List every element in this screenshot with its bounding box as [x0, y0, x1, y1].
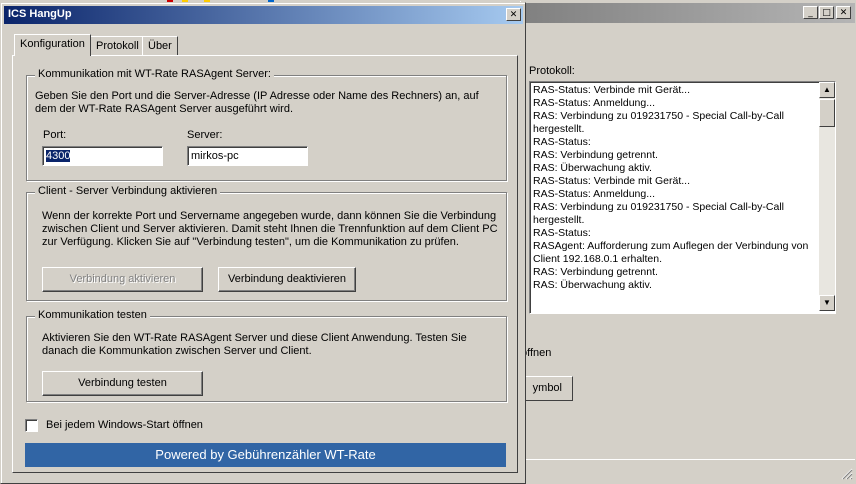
dialog-titlebar[interactable]: ICS HangUp ✕: [4, 6, 523, 24]
connection-group-legend: Client - Server Verbindung aktivieren: [35, 185, 221, 197]
autostart-label: Bei jedem Windows-Start öffnen: [46, 419, 203, 431]
test-connection-button[interactable]: Verbindung testen: [42, 371, 203, 396]
tab-konfiguration[interactable]: Konfiguration: [14, 34, 91, 56]
tab-protokoll[interactable]: Protokoll: [90, 36, 145, 56]
activate-connection-button[interactable]: Verbindung aktivieren: [42, 267, 203, 292]
powered-by-banner[interactable]: Powered by Gebührenzähler WT-Rate: [25, 443, 506, 467]
connection-group: Client - Server Verbindung aktivieren We…: [26, 185, 507, 301]
konfiguration-panel: Kommunikation mit WT-Rate RASAgent Serve…: [12, 55, 518, 473]
dialog-close-button[interactable]: ✕: [506, 8, 521, 21]
log-line: RASAgent: Aufforderung zum Auflegen der …: [533, 240, 809, 265]
maximize-button[interactable]: □: [819, 6, 834, 19]
log-line: RAS-Status:: [533, 227, 591, 239]
scroll-up-icon[interactable]: ▲: [819, 82, 835, 98]
background-window[interactable]: _ □ ✕ Protokoll: RAS-Status: Verbinde mi…: [511, 1, 856, 484]
log-line: RAS: Verbindung zu 019231750 - Special C…: [533, 110, 784, 135]
deactivate-connection-button[interactable]: Verbindung deaktivieren: [218, 267, 356, 292]
log-line: RAS: Verbindung getrennt.: [533, 149, 658, 161]
server-input[interactable]: mirkos-pc: [187, 146, 308, 166]
status-bar: [521, 459, 855, 482]
log-line: RAS-Status: Anmeldung...: [533, 97, 655, 109]
test-group-description: Aktivieren Sie den WT-Rate RASAgent Serv…: [42, 332, 467, 357]
port-value: 4300: [46, 150, 71, 162]
log-lines: RAS-Status: Verbinde mit Gerät... RAS-St…: [533, 84, 816, 292]
close-button[interactable]: ✕: [836, 6, 851, 19]
log-line: RAS: Überwachung aktiv.: [533, 279, 652, 291]
scroll-thumb[interactable]: [819, 99, 835, 127]
server-group-description: Geben Sie den Port und die Server-Adress…: [35, 90, 479, 115]
log-line: RAS-Status: Verbinde mit Gerät...: [533, 175, 690, 187]
resize-grip-icon[interactable]: [841, 468, 853, 480]
log-line: RAS: Verbindung getrennt.: [533, 266, 658, 278]
protocol-label: Protokoll:: [529, 65, 575, 77]
log-line: RAS-Status:: [533, 136, 591, 148]
log-line: RAS: Überwachung aktiv.: [533, 162, 652, 174]
log-scrollbar[interactable]: ▲ ▼: [819, 82, 835, 311]
test-group: Kommunikation testen Aktivieren Sie den …: [26, 309, 507, 402]
log-line: RAS: Verbindung zu 019231750 - Special C…: [533, 201, 784, 226]
test-group-legend: Kommunikation testen: [35, 309, 150, 321]
minimize-button[interactable]: _: [803, 6, 818, 19]
scroll-down-icon[interactable]: ▼: [819, 295, 835, 311]
ics-hangup-dialog[interactable]: ICS HangUp ✕ Konfiguration Protokoll Übe…: [0, 2, 526, 484]
autostart-checkbox[interactable]: [25, 419, 38, 432]
server-group-legend: Kommunikation mit WT-Rate RASAgent Serve…: [35, 68, 274, 80]
dialog-title: ICS HangUp: [8, 8, 72, 20]
tab-ueber[interactable]: Über: [142, 36, 178, 56]
server-group: Kommunikation mit WT-Rate RASAgent Serve…: [26, 68, 507, 181]
log-line: RAS-Status: Verbinde mit Gerät...: [533, 84, 690, 96]
server-label: Server:: [187, 129, 223, 141]
port-input[interactable]: 4300: [42, 146, 163, 166]
log-line: RAS-Status: Anmeldung...: [533, 188, 655, 200]
connection-group-description: Wenn der korrekte Port und Servername an…: [42, 210, 498, 248]
background-window-titlebar[interactable]: _ □ ✕: [521, 3, 855, 23]
protocol-log[interactable]: RAS-Status: Verbinde mit Gerät... RAS-St…: [529, 81, 836, 314]
port-label: Port:: [43, 129, 67, 141]
